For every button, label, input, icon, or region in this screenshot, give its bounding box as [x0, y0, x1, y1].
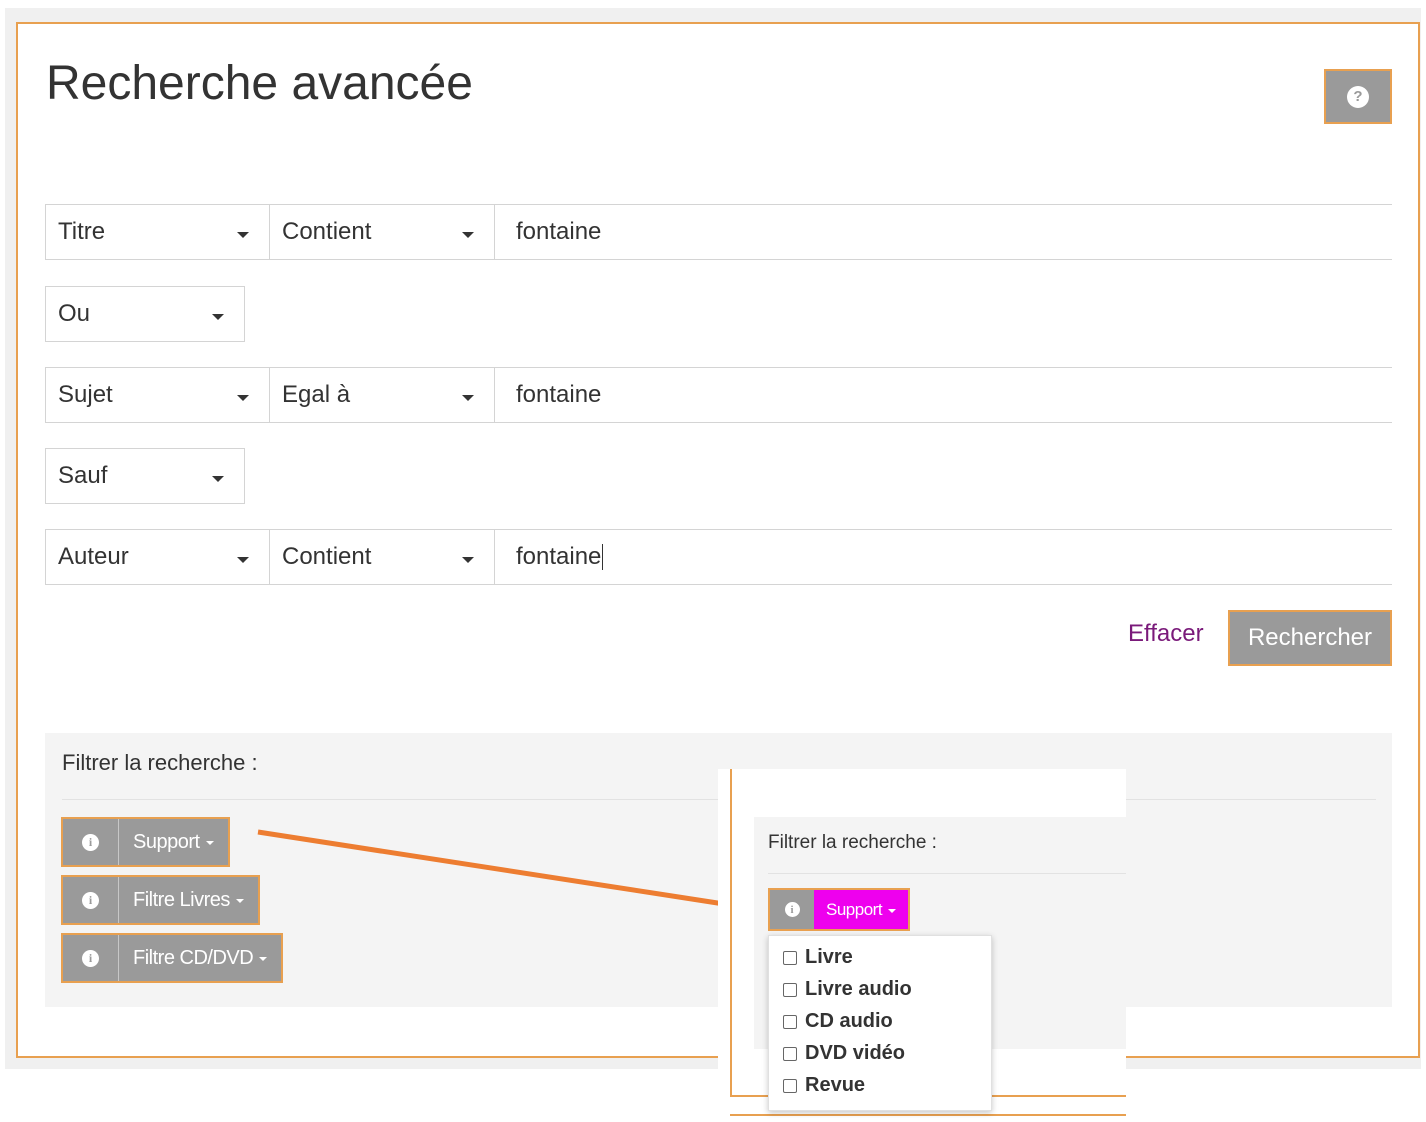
operator-select-value: Contient	[282, 218, 372, 245]
search-term-input-2[interactable]: fontaine	[494, 367, 1392, 423]
connector-select-value: Sauf	[58, 462, 108, 489]
checkbox[interactable]	[783, 1078, 797, 1093]
search-term-value: fontaine	[516, 543, 602, 570]
option-livre-audio[interactable]: Livre audio	[783, 978, 912, 1001]
filter-cddvd-button[interactable]: i Filtre CD/DVD	[61, 933, 284, 983]
field-select-2[interactable]: Sujet	[45, 367, 270, 423]
operator-select-value: Egal à	[282, 381, 351, 408]
inset-border-left	[730, 769, 732, 1096]
caret-down-icon	[237, 395, 249, 401]
inset-screenshot: Filtrer la recherche : i Support Livre L…	[718, 769, 1126, 1122]
caret-down-icon	[205, 841, 214, 845]
field-select-value: Titre	[58, 218, 106, 245]
support-dropdown-menu: Livre Livre audio CD audio DVD vidéo Rev…	[768, 935, 992, 1111]
checkbox[interactable]	[783, 950, 797, 965]
info-button[interactable]: i	[63, 877, 119, 923]
caret-down-icon	[235, 899, 244, 903]
search-term-input-1[interactable]: fontaine	[494, 204, 1392, 260]
option-livre[interactable]: Livre	[783, 946, 853, 969]
filter-support-button[interactable]: i Support	[61, 817, 230, 867]
inset-filter-divider	[768, 873, 1126, 874]
filter-cddvd-label: Filtre CD/DVD	[119, 935, 281, 981]
inset-support-button[interactable]: i Support	[768, 888, 911, 931]
filter-livres-label: Filtre Livres	[119, 877, 258, 923]
info-circle-icon: i	[82, 833, 99, 851]
caret-down-icon	[462, 395, 474, 401]
checkbox[interactable]	[783, 982, 797, 997]
option-dvd-video[interactable]: DVD vidéo	[783, 1042, 905, 1065]
option-revue[interactable]: Revue	[783, 1074, 865, 1097]
caret-down-icon	[212, 314, 224, 320]
checkbox[interactable]	[783, 1046, 797, 1061]
operator-select-2[interactable]: Egal à	[269, 367, 495, 423]
inset-filter-title: Filtrer la recherche :	[768, 832, 937, 853]
clear-link[interactable]: Effacer	[1128, 620, 1204, 648]
field-select-value: Auteur	[58, 543, 129, 570]
caret-down-icon	[462, 557, 474, 563]
question-circle-icon: ?	[1347, 85, 1369, 108]
info-circle-icon: i	[784, 902, 800, 917]
connector-select-2[interactable]: Sauf	[45, 448, 245, 504]
info-button[interactable]: i	[770, 890, 814, 929]
caret-down-icon	[259, 957, 268, 961]
caret-down-icon	[888, 908, 897, 913]
filter-support-label: Support	[119, 819, 228, 865]
connector-select-value: Ou	[58, 300, 91, 327]
caret-down-icon	[462, 232, 474, 238]
search-term-input-3[interactable]: fontaine	[494, 529, 1392, 585]
search-term-value: fontaine	[516, 381, 602, 408]
filter-livres-button[interactable]: i Filtre Livres	[61, 875, 260, 925]
field-select-1[interactable]: Titre	[45, 204, 270, 260]
info-circle-icon: i	[82, 949, 99, 967]
inset-support-label: Support	[814, 890, 909, 929]
inset-border-bottom-2	[730, 1114, 1126, 1116]
text-cursor	[602, 544, 604, 570]
operator-select-1[interactable]: Contient	[269, 204, 495, 260]
caret-down-icon	[212, 476, 224, 482]
search-term-value: fontaine	[516, 218, 602, 245]
info-button[interactable]: i	[63, 935, 119, 981]
search-button[interactable]: Rechercher	[1228, 610, 1392, 666]
filter-title: Filtrer la recherche :	[62, 750, 258, 775]
field-select-value: Sujet	[58, 381, 113, 408]
option-cd-audio[interactable]: CD audio	[783, 1010, 893, 1033]
operator-select-3[interactable]: Contient	[269, 529, 495, 585]
checkbox[interactable]	[783, 1014, 797, 1029]
page-title: Recherche avancée	[46, 57, 473, 110]
help-button[interactable]: ?	[1324, 69, 1392, 124]
info-button[interactable]: i	[63, 819, 119, 865]
field-select-3[interactable]: Auteur	[45, 529, 270, 585]
connector-select-1[interactable]: Ou	[45, 286, 245, 342]
info-circle-icon: i	[82, 891, 99, 909]
caret-down-icon	[237, 232, 249, 238]
caret-down-icon	[237, 557, 249, 563]
operator-select-value: Contient	[282, 543, 372, 570]
